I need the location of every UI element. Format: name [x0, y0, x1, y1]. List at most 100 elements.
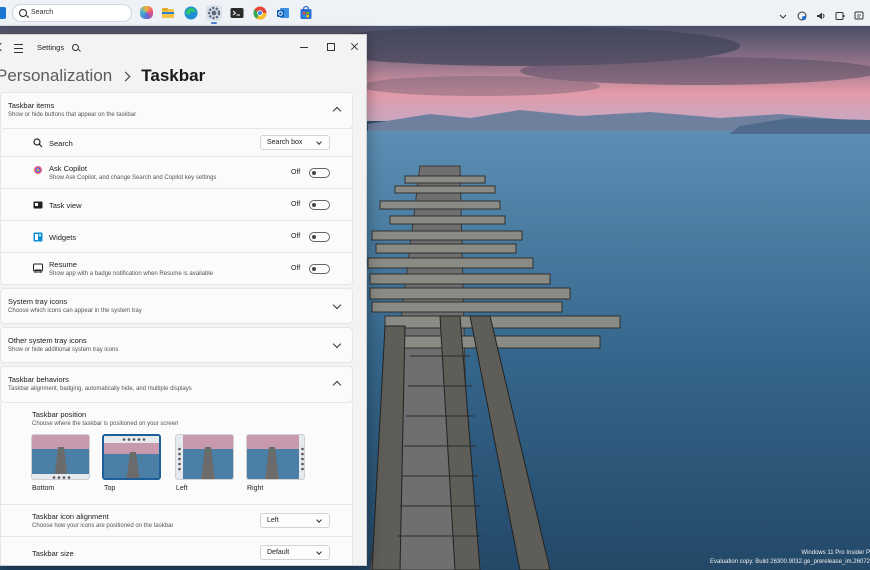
- file-explorer-icon[interactable]: [160, 5, 176, 21]
- search-mode-dropdown[interactable]: Search box: [260, 135, 330, 150]
- position-desc: Choose where the taskbar is positioned o…: [32, 421, 179, 427]
- size-value: Default: [267, 549, 290, 556]
- search-icon: [33, 138, 43, 148]
- search-mode-value: Search box: [267, 139, 303, 146]
- position-title: Taskbar position: [32, 410, 87, 419]
- behaviors-desc: Taskbar alignment, badging, automaticall…: [8, 386, 192, 392]
- copilot-desc: Show Ask Copilot, and change Search and …: [49, 175, 217, 181]
- settings-window: Settings Personalization Taskbar Taskbar…: [0, 34, 367, 566]
- taskbar-pinned-apps: [140, 4, 314, 24]
- chevron-down-icon: [316, 549, 322, 555]
- size-dropdown[interactable]: Default: [260, 545, 330, 560]
- widgets-toggle[interactable]: [309, 232, 330, 242]
- minimize-button[interactable]: [298, 41, 310, 53]
- taskbar-items-title: Taskbar items: [8, 101, 55, 110]
- search-row: Search Search box: [0, 129, 353, 157]
- system-tray: [778, 0, 864, 26]
- position-top-card[interactable]: [102, 434, 161, 480]
- other-tray-title: Other system tray icons: [8, 336, 87, 345]
- taskbar-search-box[interactable]: Search: [12, 3, 132, 22]
- breadcrumb: Personalization Taskbar: [0, 61, 205, 91]
- taskbar: Search: [0, 0, 870, 26]
- page-title: Taskbar: [141, 66, 206, 85]
- chevron-up-icon: [332, 380, 342, 390]
- outlook-icon[interactable]: [275, 5, 291, 21]
- copilot-label: Ask Copilot: [49, 164, 87, 173]
- chevron-down-icon: [316, 139, 322, 145]
- alignment-title: Taskbar icon alignment: [32, 512, 109, 521]
- task-view-row: Task view Off: [0, 189, 353, 221]
- resume-label: Resume: [49, 260, 77, 269]
- resume-toggle[interactable]: [309, 264, 330, 274]
- resume-desc: Show app with a badge notification when …: [49, 271, 214, 277]
- watermark-line2: Evaluation copy. Build 26300.9032.ge_pre…: [709, 559, 870, 565]
- system-tray-icons-header[interactable]: System tray icons Choose which icons can…: [0, 288, 353, 324]
- task-view-icon: [33, 201, 43, 209]
- taskbar-items-header[interactable]: Taskbar items Show or hide buttons that …: [0, 92, 353, 129]
- chrome-icon[interactable]: [252, 5, 268, 21]
- position-right-card[interactable]: [246, 434, 305, 480]
- position-left-label: Left: [176, 485, 188, 492]
- position-bottom-card[interactable]: [31, 434, 90, 480]
- position-left-card[interactable]: [175, 434, 234, 480]
- watermark-line1: Windows 11 Pro Insider P: [801, 550, 870, 556]
- icon-alignment-row: Taskbar icon alignment Choose how your i…: [0, 505, 353, 537]
- behaviors-title: Taskbar behaviors: [8, 375, 69, 384]
- search-label: Search: [49, 139, 73, 148]
- widgets-label: Widgets: [49, 233, 77, 242]
- chevron-down-icon: [316, 517, 322, 523]
- resume-icon: [33, 263, 43, 273]
- copilot-icon[interactable]: [140, 6, 153, 19]
- task-view-state: Off: [291, 201, 301, 208]
- taskbar-items-desc: Show or hide buttons that appear on the …: [8, 112, 137, 118]
- back-arrow-icon[interactable]: [0, 42, 6, 52]
- battery-icon[interactable]: [835, 8, 845, 20]
- size-title: Taskbar size: [32, 549, 74, 558]
- widgets-state: Off: [291, 233, 301, 240]
- alignment-desc: Choose how your icons are positioned on …: [32, 523, 174, 529]
- system-tray-title: System tray icons: [8, 297, 68, 306]
- task-view-label: Task view: [49, 201, 82, 210]
- start-button[interactable]: [0, 6, 6, 19]
- position-right-label: Right: [247, 485, 264, 492]
- alignment-value: Left: [267, 517, 279, 524]
- taskbar-behaviors-header[interactable]: Taskbar behaviors Taskbar alignment, bad…: [0, 366, 353, 403]
- close-button[interactable]: [349, 41, 361, 53]
- notification-icon[interactable]: [854, 8, 864, 20]
- position-bottom-label: Bottom: [32, 485, 55, 492]
- volume-icon[interactable]: [816, 8, 826, 20]
- chevron-up-icon: [332, 106, 342, 116]
- copilot-state: Off: [291, 169, 301, 176]
- app-title: Settings: [37, 43, 65, 52]
- resume-row: Resume Show app with a badge notificatio…: [0, 253, 353, 285]
- terminal-icon[interactable]: [229, 5, 245, 21]
- settings-icon[interactable]: [206, 4, 222, 24]
- store-icon[interactable]: [298, 5, 314, 21]
- task-view-toggle[interactable]: [309, 200, 330, 210]
- resume-state: Off: [291, 265, 301, 272]
- copilot-icon: [34, 166, 42, 174]
- copilot-toggle[interactable]: [309, 168, 330, 178]
- network-icon[interactable]: [797, 8, 807, 21]
- widgets-icon: [33, 232, 43, 242]
- settings-search-icon[interactable]: [72, 44, 79, 51]
- copilot-row: Ask Copilot Show Ask Copilot, and change…: [0, 157, 353, 189]
- search-icon: [19, 8, 27, 17]
- title-bar: Settings: [0, 35, 366, 61]
- other-tray-icons-header[interactable]: Other system tray icons Show or hide add…: [0, 327, 353, 363]
- chevron-up-icon[interactable]: [778, 8, 788, 19]
- taskbar-size-row: Taskbar size Default: [0, 537, 353, 565]
- other-tray-desc: Show or hide additional system tray icon…: [8, 347, 119, 353]
- system-tray-desc: Choose which icons can appear in the sys…: [8, 308, 142, 314]
- position-top-label: Top: [104, 485, 116, 492]
- edge-icon[interactable]: [183, 5, 199, 21]
- chevron-down-icon: [332, 300, 342, 310]
- widgets-row: Widgets Off: [0, 221, 353, 253]
- taskbar-search-placeholder: Search: [31, 9, 54, 16]
- hamburger-menu-icon[interactable]: [14, 44, 23, 53]
- breadcrumb-personalization[interactable]: Personalization: [0, 66, 112, 86]
- alignment-dropdown[interactable]: Left: [260, 513, 330, 528]
- maximize-button[interactable]: [324, 41, 336, 53]
- taskbar-position-row: Taskbar position Choose where the taskba…: [0, 403, 353, 505]
- chevron-down-icon: [332, 339, 342, 349]
